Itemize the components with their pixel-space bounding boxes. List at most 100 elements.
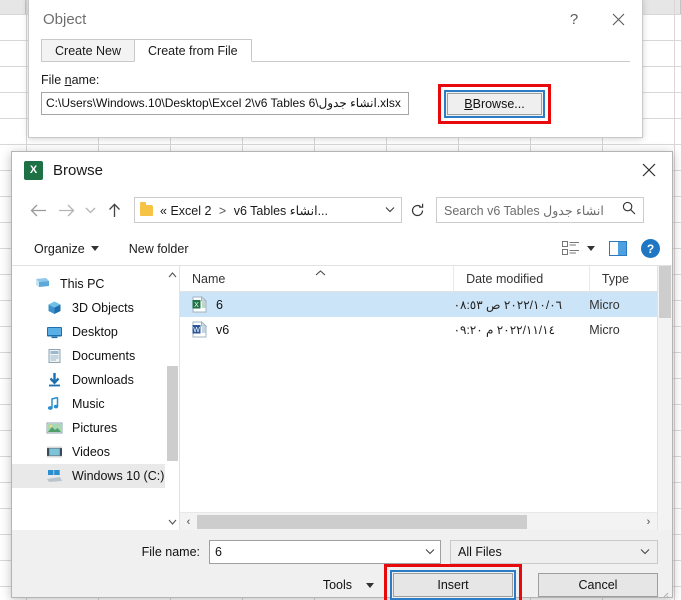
- scrollbar-thumb[interactable]: [197, 514, 527, 529]
- file-name-cell: W v6: [180, 320, 454, 338]
- preview-pane-left: [610, 242, 618, 255]
- tab-create-from-file[interactable]: Create from File: [134, 39, 252, 62]
- refresh-icon[interactable]: [402, 197, 432, 223]
- navigation-pane-scrollbar[interactable]: [165, 266, 180, 530]
- search-icon: [622, 201, 636, 220]
- browse-button-focus-ring: B Browse...: [444, 90, 545, 118]
- chevron-down-icon[interactable]: [587, 246, 595, 251]
- tools-menu[interactable]: Tools: [323, 578, 374, 592]
- resize-grip[interactable]: [659, 585, 669, 598]
- file-type-filter-select[interactable]: All Files: [450, 540, 658, 564]
- documents-icon: [46, 348, 63, 364]
- scroll-up-icon[interactable]: [165, 266, 180, 283]
- object-dialog-title: Object: [43, 10, 87, 28]
- help-button[interactable]: ?: [552, 4, 596, 34]
- search-box[interactable]: Search v6 Tables انشاء جدول: [436, 197, 644, 223]
- scrollbar-track[interactable]: [197, 514, 640, 529]
- close-icon[interactable]: [626, 155, 672, 186]
- sidebar-item-downloads[interactable]: Downloads: [12, 368, 180, 392]
- sidebar-item-label: Downloads: [72, 373, 134, 387]
- browse-toolbar: Organize New folder ?: [12, 232, 672, 266]
- sidebar-item-this-pc[interactable]: This PC: [12, 272, 180, 296]
- excel-app-icon-letter: X: [29, 164, 38, 176]
- scroll-left-icon[interactable]: ‹: [180, 516, 197, 528]
- back-icon[interactable]: [24, 196, 52, 224]
- sidebar-item-documents[interactable]: Documents: [12, 344, 180, 368]
- address-bar[interactable]: « Excel 2 > v6 Tables انشاء...: [134, 197, 402, 223]
- navigation-pane: This PC 3D Objects Desktop Documents Dow…: [12, 266, 180, 530]
- videos-icon: [46, 444, 63, 460]
- list-view-icon[interactable]: [562, 241, 580, 256]
- insert-button[interactable]: Insert: [393, 573, 513, 597]
- cancel-button[interactable]: Cancel: [538, 573, 658, 597]
- breadcrumb: « Excel 2 > v6 Tables انشاء...: [160, 203, 328, 218]
- file-list-pane: Name Date modified Type X 6 ٢٠٢٢/١٠/٠٦ ص…: [180, 265, 657, 530]
- sidebar-item-windows-10-c[interactable]: Windows 10 (C:): [12, 464, 180, 488]
- sidebar-item-music[interactable]: Music: [12, 392, 180, 416]
- help-icon[interactable]: ?: [641, 239, 660, 258]
- svg-text:X: X: [194, 302, 199, 309]
- chevron-down-icon[interactable]: [379, 205, 395, 216]
- chevron-down-icon: [90, 246, 99, 251]
- scrollbar-thumb[interactable]: [167, 366, 178, 461]
- breadcrumb-part-1[interactable]: v6 Tables انشاء...: [234, 204, 328, 218]
- column-header-type[interactable]: Type: [588, 265, 657, 292]
- file-list-vertical-scrollbar[interactable]: [657, 266, 672, 530]
- forward-icon[interactable]: [52, 196, 80, 224]
- breadcrumb-part-0[interactable]: Excel 2: [170, 204, 211, 218]
- excel-file-icon: X: [192, 295, 208, 313]
- tools-label: Tools: [322, 578, 352, 592]
- browse-dialog: X Browse « Excel 2 > v6 Tables انشاء... …: [11, 151, 673, 600]
- file-name-label-post: ame:: [71, 73, 100, 87]
- column-header-date-modified[interactable]: Date modified: [453, 265, 589, 292]
- file-list-column-headers: Name Date modified Type: [180, 265, 657, 292]
- organize-menu[interactable]: Organize: [34, 242, 99, 256]
- browse-button-label: Browse...: [472, 97, 525, 111]
- excel-app-icon: X: [24, 160, 43, 180]
- chevron-down-icon[interactable]: [425, 547, 435, 558]
- browse-main-area: This PC 3D Objects Desktop Documents Dow…: [12, 265, 672, 530]
- file-path-input[interactable]: C:\Users\Windows.10\Desktop\Excel 2\v6 T…: [41, 92, 409, 115]
- up-one-level-icon[interactable]: [100, 196, 128, 224]
- file-name-cell: X 6: [180, 295, 454, 313]
- drive-icon: [46, 468, 63, 484]
- sidebar-item-label: Pictures: [72, 421, 118, 435]
- file-name-text: 6: [216, 297, 223, 312]
- organize-label: Organize: [34, 241, 85, 256]
- object-dialog-tabs: Create New Create from File: [29, 39, 642, 62]
- downloads-icon: [46, 372, 63, 388]
- chevron-down-icon[interactable]: [640, 547, 650, 558]
- folder-icon: [140, 201, 153, 216]
- table-row[interactable]: X 6 ٢٠٢٢/١٠/٠٦ ص ٠٨:٥٣ Micro: [180, 292, 657, 317]
- pictures-icon: [46, 420, 63, 436]
- file-list-horizontal-scrollbar[interactable]: ‹ ›: [180, 512, 657, 530]
- tab-create-new[interactable]: Create New: [41, 39, 135, 62]
- browse-button[interactable]: B Browse...: [447, 93, 542, 115]
- music-icon: [46, 396, 63, 412]
- preview-pane-icon[interactable]: [609, 241, 627, 256]
- chevron-down-icon: [366, 582, 374, 588]
- table-row[interactable]: W v6 ٢٠٢٢/١١/١٤ م ٠٩:٢٠ Micro: [180, 317, 657, 342]
- recent-locations-icon[interactable]: [80, 196, 100, 224]
- insert-button-highlight: Insert: [384, 564, 522, 600]
- sidebar-item-label: Desktop: [72, 325, 118, 339]
- file-type-cell: Micro: [589, 297, 620, 312]
- sidebar-item-label: Videos: [72, 445, 110, 459]
- sidebar-item-pictures[interactable]: Pictures: [12, 416, 180, 440]
- scrollbar-thumb[interactable]: [659, 266, 671, 318]
- file-type-cell: Micro: [589, 322, 620, 337]
- search-input[interactable]: Search v6 Tables انشاء جدول: [444, 203, 622, 218]
- scroll-down-icon[interactable]: [165, 513, 180, 530]
- column-header-name[interactable]: Name: [180, 266, 453, 292]
- column-header-name-label: Name: [192, 271, 226, 286]
- file-name-input-value: 6: [215, 545, 222, 559]
- sidebar-item-videos[interactable]: Videos: [12, 440, 180, 464]
- new-folder-button[interactable]: New folder: [129, 242, 189, 256]
- sidebar-item-3d-objects[interactable]: 3D Objects: [12, 296, 180, 320]
- new-folder-label: New folder: [128, 241, 189, 256]
- scroll-right-icon[interactable]: ›: [640, 516, 657, 528]
- cancel-button-wrap: Cancel: [538, 573, 658, 597]
- file-name-input[interactable]: 6: [209, 540, 441, 564]
- close-icon[interactable]: [596, 4, 640, 34]
- sidebar-item-desktop[interactable]: Desktop: [12, 320, 180, 344]
